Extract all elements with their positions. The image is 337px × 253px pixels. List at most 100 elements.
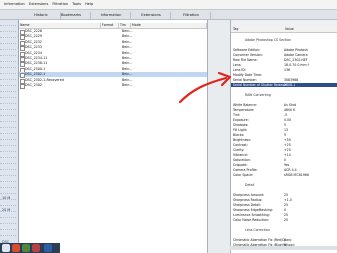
tag-row[interactable]: Camera Profile: ACR 4.4 [231,168,337,172]
media-icon[interactable] [32,244,40,252]
file-column-header[interactable]: Tim [119,23,131,28]
tree-label[interactable]: 10 M [2,196,10,200]
menu-item[interactable]: Information [4,0,25,9]
tab[interactable]: Bookmarks [52,12,91,19]
tag-row[interactable]: White Balance: As Shot [231,103,337,107]
tag-row[interactable]: Exposure: 0.00 [231,118,337,122]
start-icon[interactable] [2,244,10,252]
app-icon[interactable] [22,244,30,252]
file-name: DSC_2234 [25,50,42,55]
menu-item[interactable]: Help [85,0,93,9]
tag-value: +50 [284,138,291,142]
tag-row[interactable]: Sharpness Radius: +1.0 [231,198,337,202]
file-date: Bein... [122,29,133,33]
file-date: Bein... [122,66,133,71]
file-name: DSC_2234-11 [25,56,48,60]
tag-row[interactable]: Luminance Smoothing: 25 [231,213,337,217]
tag-value: +1.0 [284,198,292,202]
tag-row[interactable]: Lens ID: 136 [231,68,337,72]
file-date: Bein... [122,34,133,39]
tag-row[interactable]: Serial Number of Shutter Release: 2808-1 [231,83,337,88]
tag-row[interactable]: Modify Date Time: [231,73,337,77]
tag-section-header[interactable]: Detail [231,183,337,187]
file-row[interactable]: DSC_2226 Bein... [19,29,207,35]
tag-panel: Tag Value Adobe Photoshop CS Section Softw… [230,20,337,253]
tag-name: Clarity: [233,148,245,152]
tag-row [231,223,337,227]
tag-name: Sharpness EdgeMasking: [233,208,273,212]
tag-column-header[interactable]: Value [284,27,294,32]
tag-name: Tint: [233,113,241,117]
file-name: DSC_2302-1-Recovered [25,77,64,82]
menu-bar: Information Extensions Filtration Tools Help [0,0,337,10]
tab[interactable]: Extensions [132,12,171,19]
tag-row[interactable]: Clarity: +25 [231,148,337,152]
browser-icon[interactable] [12,244,20,252]
tag-row[interactable]: Sharpness Detail: 25 [231,203,337,207]
file-date: Bein... [122,77,133,82]
tag-row[interactable]: Serial Number: 3083968 [231,78,337,82]
file-row[interactable]: DSC_2234-11 Bein... [19,56,207,62]
horizontal-scrollbar[interactable] [230,246,337,250]
section-title: Lens Correction [245,228,270,232]
file-date: Bein... [122,61,133,66]
tab[interactable]: Information [92,12,131,19]
tag-row[interactable]: Color Space: sRGB IEC61966 [231,173,337,177]
file-row[interactable]: DSC_2229 Bein... [19,34,207,41]
tag-section-header[interactable]: Adobe Photoshop CS Section [231,38,337,42]
tag-row[interactable]: Software Edition: Adobe Photosh [231,48,337,52]
tag-value: 5 [284,133,287,137]
tag-row[interactable]: Tint: -5 [231,113,337,117]
tag-row[interactable]: Saturation: 0 [231,158,337,162]
tag-section-header[interactable]: Lens Correction [231,228,337,232]
tag-row[interactable]: Sharpness Amount: 25 [231,193,337,197]
tag-value: +14 [284,153,291,157]
tag-row[interactable]: Converter Version: Adobe Camera [231,53,337,57]
tag-value: 25 [284,193,289,197]
tag-column-header[interactable]: Tag [232,27,238,32]
menu-item[interactable]: Extensions [29,0,49,9]
tag-row[interactable]: Fill Light: 13 [231,128,337,132]
tag-value: 25 [284,213,289,217]
tag-value: 136 [284,68,291,72]
file-column-header[interactable]: Name [19,23,101,28]
tag-name: Lens: [233,63,242,67]
tag-row [231,188,337,192]
tag-name: Blacks: [233,133,245,137]
tag-row[interactable]: Contrast: +25 [231,143,337,147]
file-column-header[interactable]: Format [101,23,119,28]
tag-row[interactable]: Temperature: 4800 K [231,108,337,112]
tag-value: +25 [284,148,291,152]
file-column-header[interactable]: Mode [131,23,207,28]
tag-row[interactable]: Shadows: 5 [231,123,337,127]
tag-row [231,43,337,47]
tag-row[interactable]: Lens: 18.0-70.0 mm f [231,63,337,67]
file-date: Bein... [122,39,133,44]
file-date: Bein... [122,83,133,87]
tree-label[interactable]: 20 M [2,208,10,212]
tag-row[interactable]: Color Noise Reduction: 25 [231,218,337,222]
file-row[interactable]: DSC_2232 Bein... [19,39,207,46]
tag-name: Raw File Name: [233,58,258,62]
file-row[interactable]: DSC_2233 Bein... [19,45,207,52]
tag-row[interactable]: Raw File Name: DSC_2302.NEF [231,58,337,62]
tag-row[interactable]: Blacks: 5 [231,133,337,137]
tab[interactable]: Filtration [172,12,211,19]
tag-row[interactable]: Cropped: Yes [231,163,337,167]
menu-item[interactable]: Filtration [52,0,68,9]
tag-row[interactable]: Chromatic Aberration Fix (Red/Cyan): 0 [231,238,337,242]
tag-row[interactable]: Sharpness EdgeMasking: 0 [231,208,337,212]
program-icon[interactable] [44,244,52,252]
file-row[interactable]: DSC_2234 Bein... [19,50,207,57]
tag-row[interactable]: Vibrance: +14 [231,153,337,157]
tag-name: Color Noise Reduction: [233,218,270,222]
menu-item[interactable]: Tools [72,0,81,9]
file-name: DSC_2226 [25,29,42,33]
tree-row[interactable] [0,230,16,236]
tag-name: Camera Profile: [233,168,258,172]
tag-row[interactable]: Brightness: +50 [231,138,337,142]
tag-name: Vibrance: [233,153,249,157]
tag-name: Sharpness Detail: [233,203,262,207]
file-row[interactable]: DSC_2238-11 Bein... [19,61,207,68]
tag-section-header[interactable]: RAW Converting [231,93,337,97]
